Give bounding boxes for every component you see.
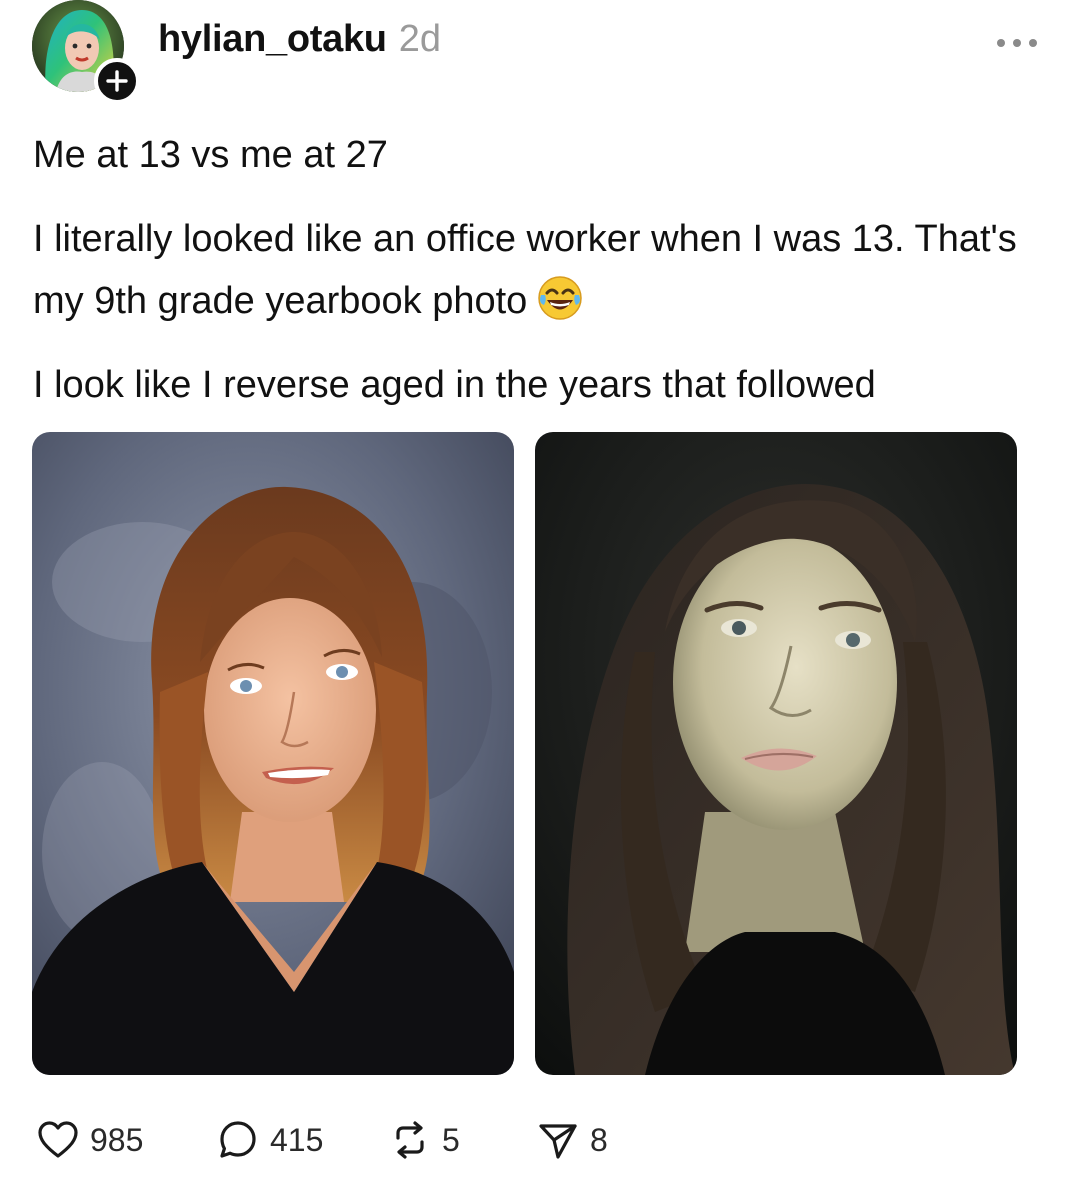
heart-icon <box>38 1121 78 1158</box>
post-photo-selfie[interactable] <box>535 432 1017 1075</box>
share-count: 8 <box>590 1121 608 1158</box>
more-dots-icon <box>997 39 1037 47</box>
username[interactable]: hylian_otaku <box>158 18 387 61</box>
post-text-line-2: I literally looked like an office worker… <box>33 208 1033 332</box>
comment-bubble-icon <box>220 1121 256 1158</box>
like-button[interactable]: 985 <box>36 1112 216 1168</box>
repost-arrows-icon <box>396 1121 424 1159</box>
reply-button[interactable]: 415 <box>216 1112 388 1168</box>
like-count: 985 <box>90 1121 144 1158</box>
post-text-line-1: Me at 13 vs me at 27 <box>33 134 388 176</box>
author-avatar[interactable] <box>32 0 140 104</box>
follow-plus-icon[interactable] <box>94 58 140 104</box>
repost-button[interactable]: 5 <box>388 1112 536 1168</box>
repost-count: 5 <box>442 1121 460 1158</box>
send-paper-plane-icon <box>539 1124 577 1159</box>
more-options-button[interactable] <box>994 28 1040 58</box>
reply-count: 415 <box>270 1121 324 1158</box>
laughing-tears-emoji-icon <box>537 275 583 321</box>
post-timestamp: 2d <box>398 18 441 60</box>
post-text-line-3: I look like I reverse aged in the years … <box>33 364 876 406</box>
post-photo-yearbook[interactable] <box>32 432 514 1075</box>
action-bar: 985 415 5 8 <box>36 1112 656 1168</box>
post-text-line-2-content: I literally looked like an office worker… <box>33 218 1017 322</box>
share-button[interactable]: 8 <box>536 1112 656 1168</box>
author-header: hylian_otaku 2d <box>158 18 441 68</box>
post-card: hylian_otaku 2d Me at 13 vs me at 27 I l… <box>0 0 1080 1194</box>
